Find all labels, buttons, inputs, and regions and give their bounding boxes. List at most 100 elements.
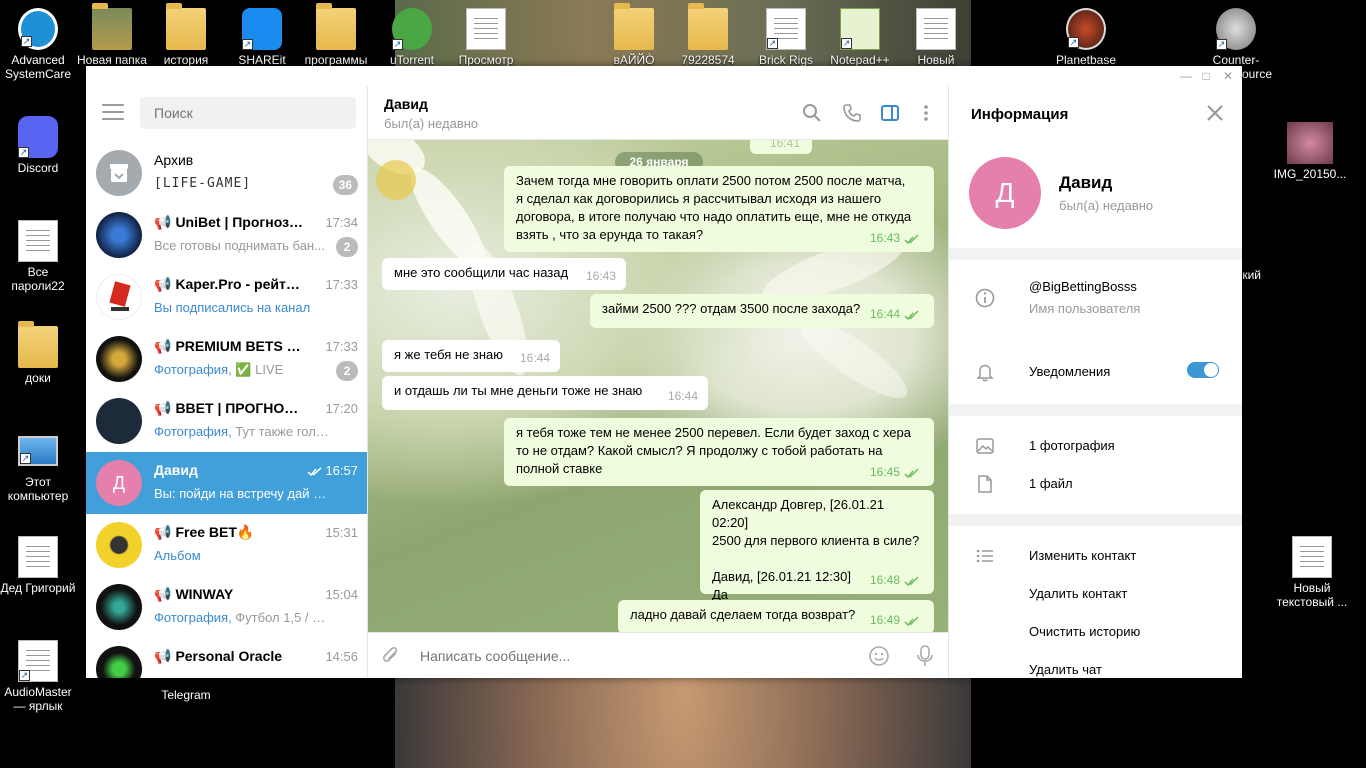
maximize-button[interactable]: □ [1196, 68, 1216, 84]
chat-title: 📢Kaper.Pro - рейтинг ... [154, 276, 304, 292]
more-options-icon[interactable] [916, 103, 936, 123]
username-value[interactable]: @BigBettingBosss [1029, 279, 1137, 294]
chat-title: 📢 Free BET🔥 [154, 524, 255, 540]
chat-item-premium-bets[interactable]: 📢 PREMIUM BETS 🏂 17:33 Фотография, ✅ LIVE… [86, 328, 367, 390]
megaphone-icon: 📢 [154, 276, 172, 292]
message-area[interactable]: 16:41 26 января Зачем тогда мне говорить… [368, 140, 948, 632]
document-icon [18, 220, 58, 262]
shareit-icon: ↗ [242, 8, 282, 50]
edit-contact-button[interactable]: Изменить контакт [1029, 548, 1136, 563]
document-icon [916, 8, 956, 50]
double-check-icon [307, 466, 322, 476]
divider [949, 514, 1242, 526]
search-input[interactable] [140, 97, 356, 129]
image-thumbnail-icon [1287, 122, 1333, 164]
close-icon[interactable] [1206, 104, 1224, 122]
utorrent-icon: ↗ [392, 8, 432, 50]
message-bubble-in[interactable]: я же тебя не знаю 16:44 [382, 340, 560, 372]
desktop-icon-brick-rigs[interactable]: ↗ Brick Rigs [748, 8, 824, 67]
desktop-icon-new-file[interactable]: Новый [898, 8, 974, 67]
desktop-icon-discord[interactable]: ↗ Discord [0, 116, 76, 175]
clear-history-button[interactable]: Очистить историю [1029, 624, 1140, 639]
emoji-icon[interactable] [868, 645, 890, 667]
bbet-avatar [96, 398, 142, 444]
desktop-icon-folder-unicode[interactable]: вАЙЙÒ [596, 3, 672, 67]
notepad-icon: ↗ [840, 8, 880, 50]
chat-time: 14:56 [325, 649, 358, 664]
phone-icon[interactable] [842, 103, 862, 123]
desktop-icon-audiomaster[interactable]: ↗ AudioMaster — ярлык [0, 640, 76, 713]
message-time: 16:44 [869, 307, 900, 321]
desktop-icon-notepad-pp[interactable]: ↗ Notepad++ [822, 8, 898, 67]
chat-time: 17:34 [325, 215, 358, 230]
chat-time: 17:20 [325, 401, 358, 416]
desktop-icon-planetbase[interactable]: ↗ Planetbase [1048, 8, 1124, 67]
minimize-button[interactable]: — [1176, 68, 1196, 84]
chat-title: 📢 PREMIUM BETS 🏂 [154, 338, 304, 354]
shared-files-link[interactable]: 1 файл [1029, 476, 1073, 491]
profile-avatar[interactable]: Д [969, 157, 1041, 229]
chat-item-bbet[interactable]: 📢BBET | ПРОГНОЗЫ Н... 17:20 Фотография, … [86, 390, 367, 452]
message-bubble-out[interactable]: я тебя тоже тем не менее 2500 перевел. Е… [504, 418, 934, 486]
desktop-icon-folder-number[interactable]: 79228574 [670, 3, 746, 67]
notifications-toggle[interactable] [1187, 362, 1219, 378]
search-icon[interactable] [802, 103, 822, 123]
message-time: 16:48 [869, 573, 900, 587]
advanced-systemcare-icon: ↗ [18, 8, 58, 50]
delete-chat-button[interactable]: Удалить чат [1029, 662, 1102, 677]
chat-item-kaper[interactable]: 📢Kaper.Pro - рейтинг ... 17:33 Вы подпис… [86, 266, 367, 328]
document-icon [18, 536, 58, 578]
desktop-icon-docs[interactable]: доки [0, 321, 76, 385]
bell-icon [976, 364, 994, 382]
message-bubble-out[interactable]: ладно давай сделаем тогда возврат? 16:49 [618, 600, 934, 632]
desktop-icon-ded-grigory[interactable]: Дед Григорий [0, 536, 76, 595]
close-window-button[interactable]: ✕ [1218, 68, 1238, 84]
message-bubble-out[interactable]: Зачем тогда мне говорить оплати 2500 пот… [504, 166, 934, 252]
message-bubble-out[interactable]: займи 2500 ??? отдам 3500 после захода? … [590, 294, 934, 328]
chat-list: Архив [LIFE-GAME] 36 📢 UniBet | Прогнозы … [86, 142, 367, 678]
chat-item-david[interactable]: Д Давид 16:57 Вы: пойди на встречу дай 3… [86, 452, 367, 514]
chat-item-unibet[interactable]: 📢UniBet | Прогнозы н... 17:34 Все готовы… [86, 204, 367, 266]
window-titlebar[interactable]: — □ ✕ [86, 66, 1242, 86]
desktop-icon-img-photo[interactable]: IMG_20150... [1272, 122, 1348, 181]
chat-item-archive[interactable]: Архив [LIFE-GAME] 36 [86, 142, 367, 204]
message-bubble-in[interactable]: мне это сообщили час назад 16:43 [382, 258, 626, 290]
microphone-icon[interactable] [914, 644, 936, 668]
message-time: 16:44 [667, 389, 698, 403]
message-bubble-in[interactable]: и отдашь ли ты мне деньги тоже не знаю 1… [382, 376, 708, 410]
sidebar-toggle-icon[interactable] [880, 103, 900, 123]
archive-icon [96, 150, 142, 196]
kaper-avatar [96, 274, 142, 320]
desktop-icon-all-passwords[interactable]: Все пароли22 [0, 220, 76, 293]
chat-item-winway[interactable]: 📢 WINWAY 15:04 Фотография, Футбол 1,5 / 2… [86, 576, 367, 638]
info-panel: Информация Д Давид был(а) недавно @BigBe… [948, 86, 1242, 678]
delete-contact-button[interactable]: Удалить контакт [1029, 586, 1127, 601]
chat-preview: Фотография, ✅ LIVE [154, 362, 284, 377]
megaphone-icon: 📢 [154, 338, 172, 354]
document-icon: ↗ [766, 8, 806, 50]
chat-item-free-bet[interactable]: 📢 Free BET🔥 15:31 Альбом [86, 514, 367, 576]
document-icon [1292, 536, 1332, 578]
list-icon [976, 549, 993, 563]
desktop-icon-utorrent[interactable]: ↗ uTorrent [374, 8, 450, 67]
desktop-icon-programs[interactable]: программы [298, 3, 374, 67]
message-time: 16:43 [869, 231, 900, 245]
chat-item-personal-oracle[interactable]: 📢 Personal Oracle 14:56 [86, 638, 367, 678]
desktop-icon-this-pc[interactable]: ↗ Этот компьютер [0, 430, 76, 503]
desktop-icon-new-text-doc[interactable]: Новый текстовый ... [1274, 536, 1350, 609]
unread-badge: 2 [336, 237, 358, 257]
desktop-icon-advanced-systemcare[interactable]: ↗ Advanced SystemCare [0, 8, 76, 81]
chat-header[interactable]: Давид был(а) недавно [368, 86, 948, 140]
desktop-icon-shareit[interactable]: ↗ SHAREit [224, 8, 300, 67]
desktop-icon-history[interactable]: история [148, 3, 224, 67]
attach-icon[interactable] [380, 645, 402, 667]
photo-icon [976, 438, 994, 454]
hamburger-menu-icon[interactable] [102, 104, 124, 120]
shared-photos-link[interactable]: 1 фотография [1029, 438, 1115, 453]
computer-icon: ↗ [18, 436, 58, 466]
message-input[interactable] [420, 643, 840, 669]
desktop-icon-telegram[interactable]: Telegram [148, 688, 224, 702]
desktop-icon-new-folder[interactable]: Новая папка [74, 3, 150, 67]
desktop-icon-prosmotr[interactable]: Просмотр [448, 8, 524, 67]
message-bubble-forward[interactable]: Александр Довгер, [26.01.21 02:20] 2500 … [700, 490, 934, 602]
